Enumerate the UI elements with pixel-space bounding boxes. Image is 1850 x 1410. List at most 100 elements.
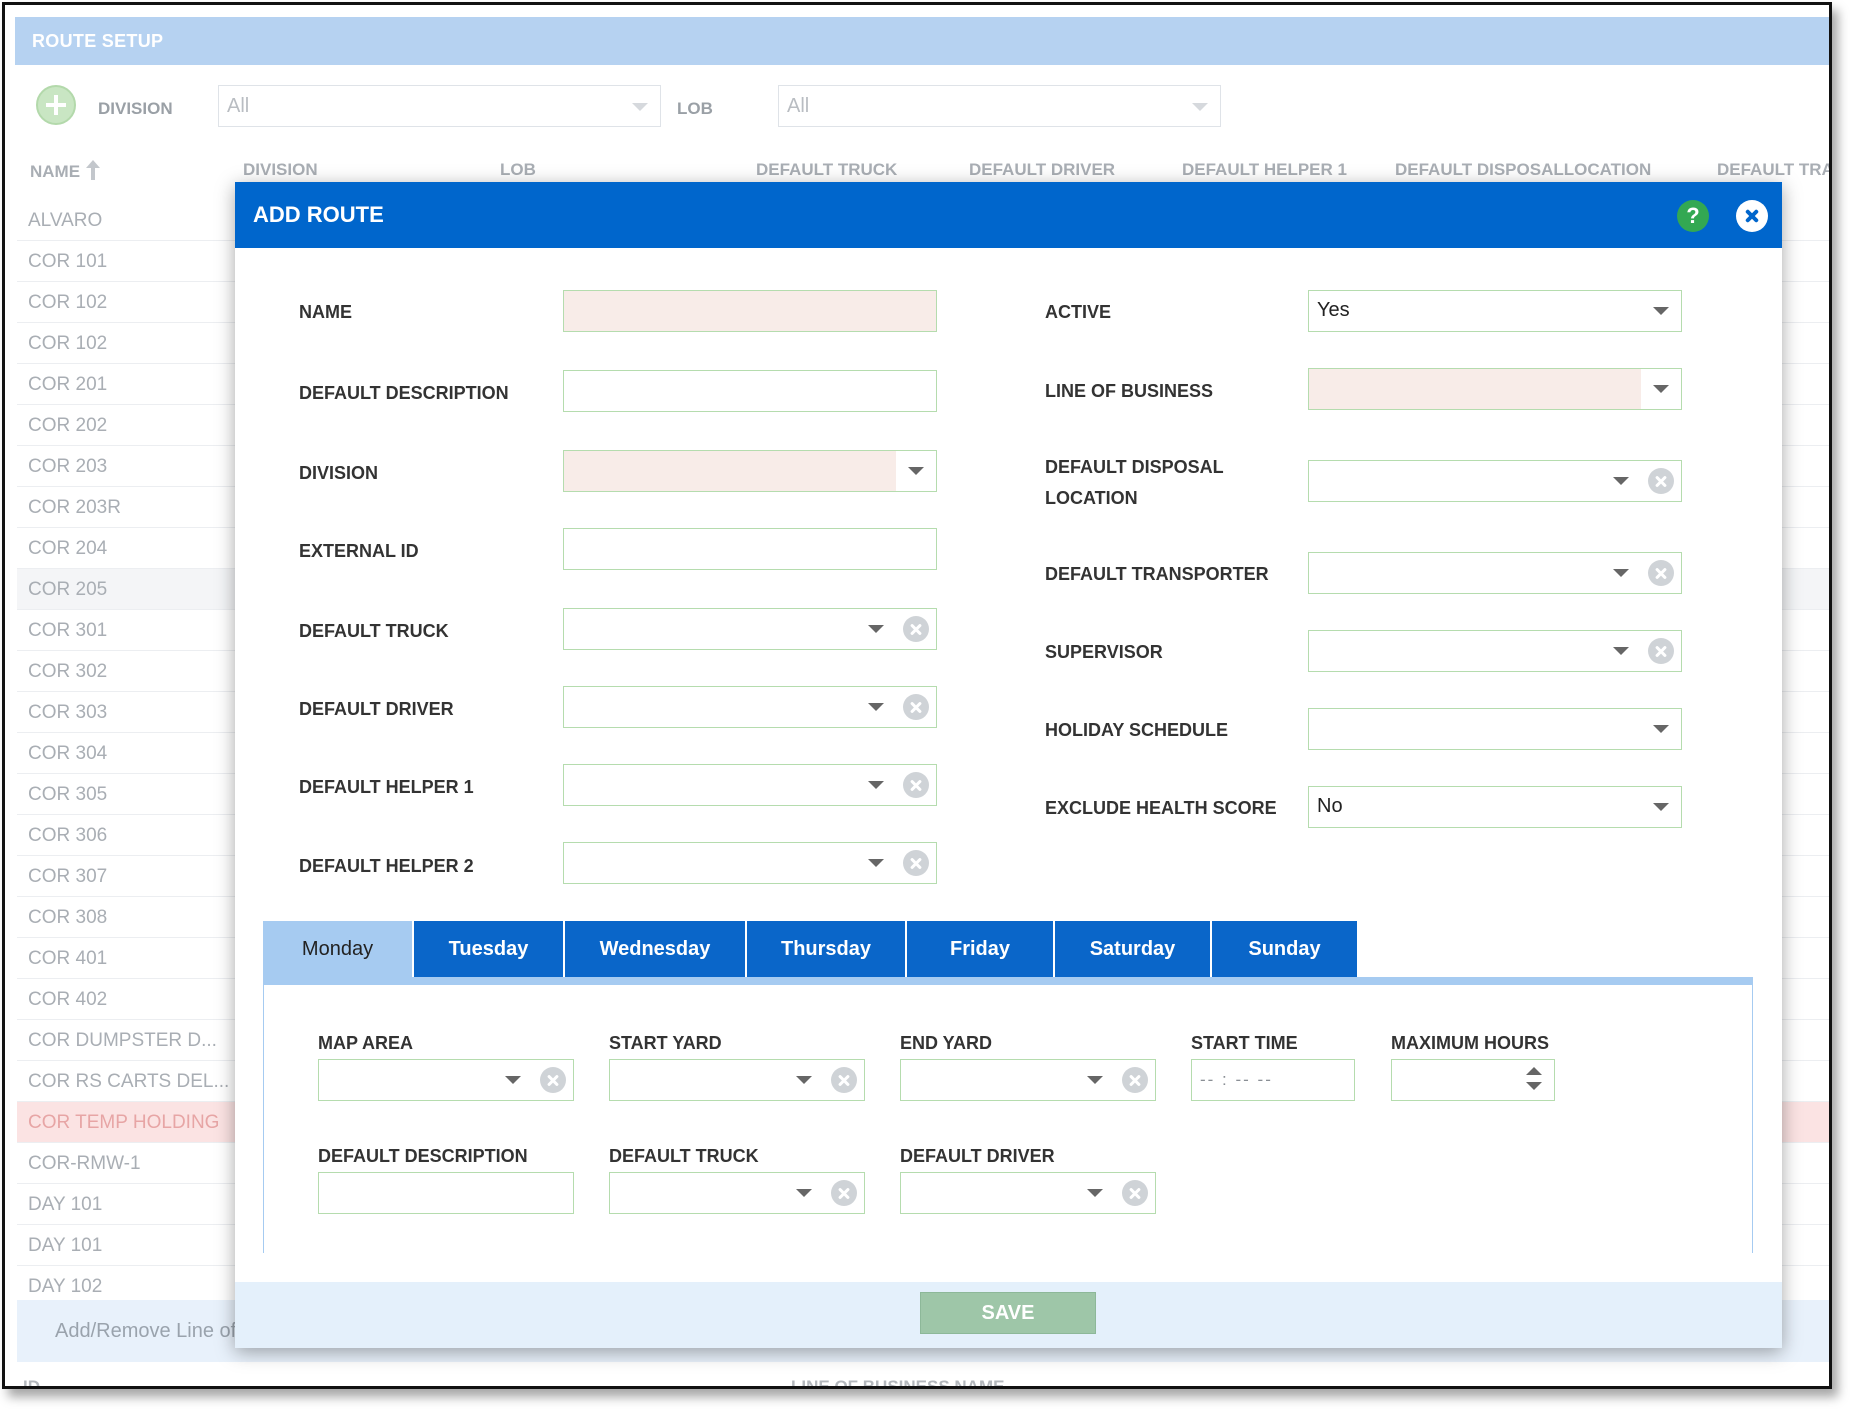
column-header-id: ID xyxy=(23,1377,40,1389)
map-area-label: MAP AREA xyxy=(318,1033,414,1053)
clear-icon[interactable] xyxy=(903,772,929,798)
default-helper-1-label: DEFAULT HELPER 1 xyxy=(299,777,474,797)
day-default-driver-select[interactable] xyxy=(900,1172,1156,1214)
clear-icon[interactable] xyxy=(903,850,929,876)
tab-thursday[interactable]: Thursday xyxy=(747,921,905,977)
clear-icon[interactable] xyxy=(903,616,929,642)
clear-icon[interactable] xyxy=(831,1180,857,1206)
tab-strip xyxy=(263,977,1753,985)
lob-filter-label: LOB xyxy=(677,99,713,118)
column-header-lob[interactable]: LOB xyxy=(500,160,536,180)
line-of-business-select[interactable] xyxy=(1308,368,1682,410)
chevron-down-icon xyxy=(868,859,884,867)
column-header-division[interactable]: DIVISION xyxy=(243,160,318,180)
start-time-placeholder: -- : -- -- xyxy=(1200,1070,1273,1089)
chevron-down-icon xyxy=(1192,103,1208,111)
division-select[interactable] xyxy=(563,450,937,492)
default-helper-2-label: DEFAULT HELPER 2 xyxy=(299,856,474,876)
chevron-down-icon xyxy=(1653,307,1669,315)
dialog-header: ADD ROUTE ? xyxy=(235,182,1782,248)
spinner-up-icon[interactable] xyxy=(1526,1067,1542,1075)
default-truck-select[interactable] xyxy=(563,608,937,650)
division-label: DIVISION xyxy=(299,463,379,483)
tab-friday[interactable]: Friday xyxy=(907,921,1053,977)
exclude-health-score-label: EXCLUDE HEALTH SCORE xyxy=(1045,798,1277,818)
column-header-default-driver[interactable]: DEFAULT DRIVER xyxy=(969,160,1115,180)
column-header-name[interactable]: NAME xyxy=(30,160,101,182)
clear-icon[interactable] xyxy=(1648,638,1674,664)
clear-icon[interactable] xyxy=(903,694,929,720)
default-helper-2-select[interactable] xyxy=(563,842,937,884)
start-time-input[interactable]: -- : -- -- xyxy=(1191,1059,1355,1101)
end-yard-label: END YARD xyxy=(900,1033,993,1053)
default-transporter-label: DEFAULT TRANSPORTER xyxy=(1045,564,1269,584)
save-button[interactable]: SAVE xyxy=(920,1292,1096,1334)
exclude-health-score-select[interactable]: No xyxy=(1308,786,1682,828)
default-driver-select[interactable] xyxy=(563,686,937,728)
external-id-input[interactable] xyxy=(563,528,937,570)
default-helper-1-select[interactable] xyxy=(563,764,937,806)
chevron-down-icon xyxy=(868,781,884,789)
chevron-down-icon xyxy=(1087,1076,1103,1084)
clear-icon[interactable] xyxy=(1648,468,1674,494)
default-disposal-location-select[interactable] xyxy=(1308,460,1682,502)
default-transporter-select[interactable] xyxy=(1308,552,1682,594)
chevron-down-icon xyxy=(1653,725,1669,733)
active-value: Yes xyxy=(1317,299,1350,321)
help-icon[interactable]: ? xyxy=(1677,200,1709,232)
supervisor-select[interactable] xyxy=(1308,630,1682,672)
column-header-default-truck[interactable]: DEFAULT TRUCK xyxy=(756,160,897,180)
column-header-line-of-business-name: LINE OF BUSINESS NAME xyxy=(791,1377,1005,1389)
close-icon[interactable] xyxy=(1736,200,1768,232)
chevron-down-icon xyxy=(1653,385,1669,393)
tab-sunday[interactable]: Sunday xyxy=(1212,921,1357,977)
supervisor-label: SUPERVISOR xyxy=(1045,642,1163,662)
sort-ascending-icon xyxy=(86,160,101,180)
clear-icon[interactable] xyxy=(1648,560,1674,586)
chevron-down-icon xyxy=(1613,647,1629,655)
exclude-health-score-value: No xyxy=(1317,795,1343,817)
chevron-down-icon xyxy=(505,1076,521,1084)
spinner-down-icon[interactable] xyxy=(1526,1082,1542,1090)
start-yard-select[interactable] xyxy=(609,1059,865,1101)
name-input[interactable] xyxy=(563,290,937,332)
day-default-description-label: DEFAULT DESCRIPTION xyxy=(318,1146,528,1166)
maximum-hours-label: MAXIMUM HOURS xyxy=(1391,1033,1549,1053)
dialog-title: ADD ROUTE xyxy=(253,202,384,227)
clear-icon[interactable] xyxy=(1122,1180,1148,1206)
lob-filter-select[interactable]: All xyxy=(778,85,1221,127)
tab-wednesday[interactable]: Wednesday xyxy=(565,921,745,977)
day-default-driver-label: DEFAULT DRIVER xyxy=(900,1146,1055,1166)
column-header-default-disposal-location[interactable]: DEFAULT DISPOSALLOCATION xyxy=(1395,160,1651,180)
clear-icon[interactable] xyxy=(831,1067,857,1093)
default-description-label: DEFAULT DESCRIPTION xyxy=(299,383,509,403)
clear-icon[interactable] xyxy=(540,1067,566,1093)
tab-tuesday[interactable]: Tuesday xyxy=(414,921,563,977)
monday-panel: MAP AREA START YARD END YARD START TIME … xyxy=(263,985,1753,1253)
tab-saturday[interactable]: Saturday xyxy=(1055,921,1210,977)
column-header-default-transporter[interactable]: DEFAULT TRA xyxy=(1717,160,1829,180)
default-description-input[interactable] xyxy=(563,370,937,412)
day-default-truck-select[interactable] xyxy=(609,1172,865,1214)
tab-monday[interactable]: Monday xyxy=(263,921,412,977)
add-route-button[interactable] xyxy=(36,85,76,125)
line-of-business-label: LINE OF BUSINESS xyxy=(1045,381,1214,401)
day-default-truck-label: DEFAULT TRUCK xyxy=(609,1146,759,1166)
end-yard-select[interactable] xyxy=(900,1059,1156,1101)
external-id-label: EXTERNAL ID xyxy=(299,541,419,561)
chevron-down-icon xyxy=(1087,1189,1103,1197)
chevron-down-icon xyxy=(908,467,924,475)
holiday-schedule-select[interactable] xyxy=(1308,708,1682,750)
division-filter-select[interactable]: All xyxy=(218,85,661,127)
maximum-hours-input[interactable] xyxy=(1391,1059,1555,1101)
start-yard-label: START YARD xyxy=(609,1033,722,1053)
chevron-down-icon xyxy=(1613,569,1629,577)
active-select[interactable]: Yes xyxy=(1308,290,1682,332)
column-header-default-helper-1[interactable]: DEFAULT HELPER 1 xyxy=(1182,160,1347,180)
holiday-schedule-label: HOLIDAY SCHEDULE xyxy=(1045,720,1229,740)
map-area-select[interactable] xyxy=(318,1059,574,1101)
chevron-down-icon xyxy=(632,103,648,111)
chevron-down-icon xyxy=(796,1189,812,1197)
day-default-description-input[interactable] xyxy=(318,1172,574,1214)
clear-icon[interactable] xyxy=(1122,1067,1148,1093)
